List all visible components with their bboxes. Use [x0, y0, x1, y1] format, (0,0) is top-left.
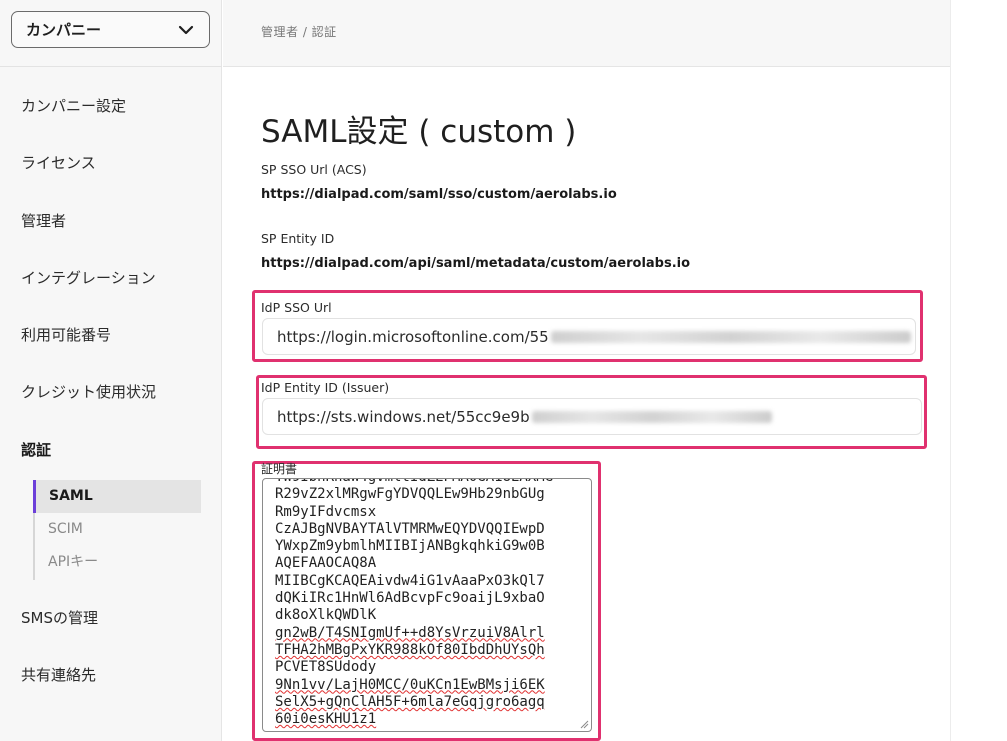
sidebar-item-available-numbers[interactable]: 利用可能番号 [21, 324, 111, 345]
idp-sso-url-value: https://login.microsoftonline.com/55 [277, 327, 549, 346]
certificate-line: dk8oXlkQWDlK [275, 607, 377, 624]
sidebar-item-authentication[interactable]: 認証 [21, 439, 51, 460]
certificate-line: 9Nn1vv/LajH0MCC/0uKCn1EwBMsji6EK [275, 676, 545, 693]
sidebar-item-sms-management[interactable]: SMSの管理 [21, 607, 98, 628]
certificate-line: YWxpZm9ybmlhMIIBIjANBgkqhkiG9w0B [275, 538, 545, 555]
certificate-line: Rm9yIFdvcmsx [275, 503, 377, 520]
certificate-line: TFHA2hMBgPxYKR988kOf80IbdDhUYsQh [275, 641, 545, 658]
sidebar-item-credit-usage[interactable]: クレジット使用状況 [21, 381, 156, 402]
breadcrumb: 管理者 / 認証 [261, 25, 337, 39]
sidebar: カンパニー カンパニー設定 ライセンス 管理者 インテグレーション 利用可能番号… [0, 0, 222, 741]
sidebar-item-license[interactable]: ライセンス [21, 152, 96, 173]
certificate-line: AQEFAAOCAQ8A [275, 555, 377, 572]
certificate-textarea[interactable]: TW9IbnRhaW4gVmltIdZEPMA0GA1UEAXMGR29vZ2x… [262, 478, 592, 732]
certificate-line: PCVET8SUdody [275, 659, 377, 676]
sp-entity-id-label: SP Entity ID [261, 231, 335, 246]
certificate-line: 60i0esKHU1z1 [275, 711, 377, 728]
sidebar-item-integrations[interactable]: インテグレーション [21, 267, 156, 288]
certificate-line: CzAJBgNVBAYTAlVTMRMwEQYDVQQIEwpD [275, 520, 545, 537]
sidebar-item-shared-contacts[interactable]: 共有連絡先 [21, 664, 96, 685]
top-bar: 管理者 / 認証 [223, 0, 950, 67]
redacted-mask [550, 330, 911, 343]
certificate-line: TW9IbnRhaW4gVmltIdZEPMA0GA1UEAXMG [275, 479, 553, 486]
sp-sso-url-value: https://dialpad.com/saml/sso/custom/aero… [261, 187, 617, 202]
company-select[interactable]: カンパニー [11, 11, 210, 48]
certificate-line: SelX5+gQnClAH5F+6mla7eGqjgro6agq [275, 693, 545, 710]
redacted-mask [531, 410, 772, 423]
certificate-label: 証明書 [261, 462, 298, 476]
sp-entity-id-value: https://dialpad.com/api/saml/metadata/cu… [261, 256, 691, 271]
sidebar-subitem-api-key[interactable]: APIキー [35, 546, 203, 579]
sidebar-divider [0, 66, 222, 67]
idp-sso-url-label: IdP SSO Url [261, 300, 332, 315]
certificate-line: MIIBCgKCAQEAivdw4iG1vAaaPxO3kQl7 [275, 572, 545, 589]
idp-entity-id-input[interactable]: https://sts.windows.net/55cc9e9b [262, 398, 922, 435]
certificate-line: dQKiIRc1HnWl6AdBcvpFc9oaijL9xbaO [275, 590, 545, 607]
idp-entity-id-value: https://sts.windows.net/55cc9e9b [277, 407, 530, 426]
sp-sso-url-label: SP SSO Url (ACS) [261, 162, 367, 177]
resize-grip-icon[interactable] [580, 720, 589, 729]
sidebar-item-admins[interactable]: 管理者 [21, 210, 66, 231]
sidebar-subitem-scim[interactable]: SCIM [35, 513, 203, 546]
sidebar-subitem-saml[interactable]: SAML [33, 480, 201, 513]
company-select-label: カンパニー [26, 21, 102, 39]
certificate-line: R29vZ2xlMRgwFgYDVQQLEw9Hb29nbGUg [275, 486, 545, 503]
scroll-gutter [950, 0, 1007, 741]
idp-sso-url-input[interactable]: https://login.microsoftonline.com/55 [262, 318, 916, 355]
certificate-line: gn2wB/T4SNIgmUf++d8YsVrzuiV8Alrl [275, 624, 545, 641]
chevron-down-icon [178, 25, 194, 34]
certificate-text: TW9IbnRhaW4gVmltIdZEPMA0GA1UEAXMGR29vZ2x… [275, 479, 553, 728]
idp-entity-id-label: IdP Entity ID (Issuer) [261, 380, 390, 395]
page-title: SAML設定 ( custom ) [261, 114, 577, 150]
sidebar-item-company-settings[interactable]: カンパニー設定 [21, 95, 126, 116]
sidebar-subnav-authentication: SAML SCIM APIキー [33, 480, 201, 580]
